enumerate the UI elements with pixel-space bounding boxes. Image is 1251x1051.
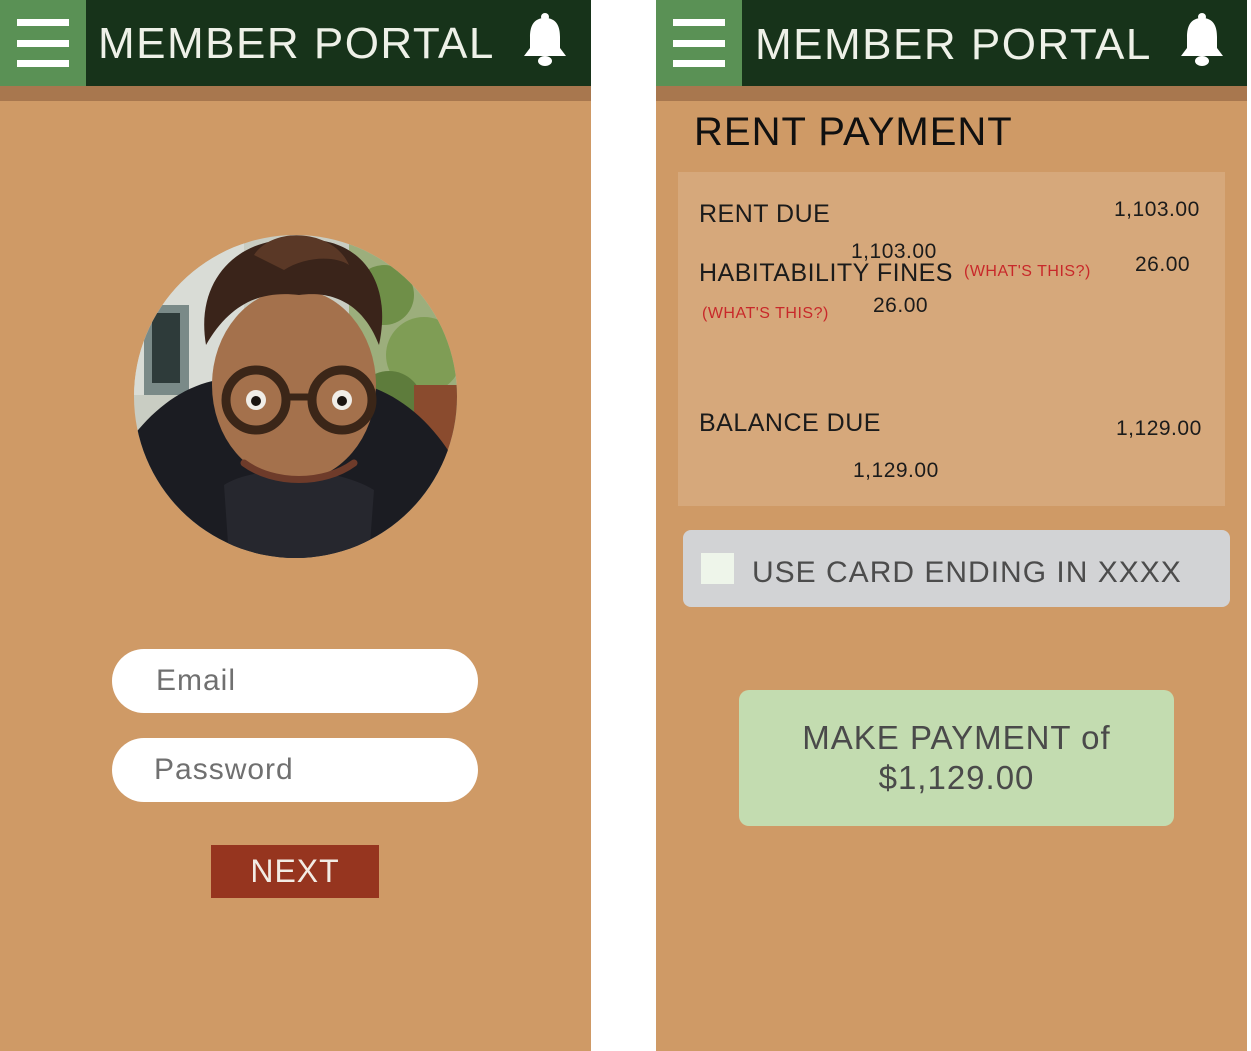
balance-due-value: 1,129.00 <box>1116 417 1202 440</box>
top-app-bar: MEMBER PORTAL <box>0 0 591 86</box>
header-divider <box>656 86 1247 101</box>
use-card-checkbox[interactable] <box>701 553 734 584</box>
rent-due-label: RENT DUE <box>699 200 831 228</box>
saved-card-option[interactable]: USE CARD ENDING IN XXXX <box>683 530 1230 607</box>
page-title: RENT PAYMENT <box>694 110 1013 154</box>
email-input[interactable] <box>112 649 478 713</box>
app-title: MEMBER PORTAL <box>98 19 495 68</box>
whats-this-link[interactable]: (WHAT'S THIS?) <box>964 262 1091 282</box>
profile-avatar <box>134 235 457 558</box>
header-divider <box>0 86 591 101</box>
bell-icon[interactable] <box>522 12 568 68</box>
balance-due-value-duplicate: 1,129.00 <box>853 459 939 482</box>
habitability-fines-value-duplicate: 26.00 <box>873 294 929 317</box>
payment-screen: MEMBER PORTAL RENT PAYMENT RENT DUE 1,10… <box>656 0 1247 1051</box>
payment-summary: RENT DUE 1,103.00 1,103.00 HABITABILITY … <box>678 172 1225 506</box>
bell-icon[interactable] <box>1179 12 1225 68</box>
use-card-label: USE CARD ENDING IN XXXX <box>752 556 1182 589</box>
make-payment-label: MAKE PAYMENT of <box>802 719 1111 756</box>
balance-due-label: BALANCE DUE <box>699 409 881 437</box>
make-payment-amount: $1,129.00 <box>878 759 1035 796</box>
top-app-bar: MEMBER PORTAL <box>656 0 1247 86</box>
habitability-fines-value: 26.00 <box>1135 253 1191 276</box>
make-payment-button[interactable]: MAKE PAYMENT of $1,129.00 <box>739 690 1174 826</box>
menu-button[interactable] <box>0 0 86 86</box>
next-button[interactable]: NEXT <box>211 845 379 898</box>
menu-button[interactable] <box>656 0 742 86</box>
whats-this-link-duplicate[interactable]: (WHAT'S THIS?) <box>702 304 829 324</box>
rent-due-value: 1,103.00 <box>1114 198 1200 221</box>
login-screen: MEMBER PORTAL Email NEXT <box>0 0 591 1051</box>
habitability-fines-label: HABITABILITY FINES <box>699 259 953 287</box>
password-input[interactable] <box>112 738 478 802</box>
app-title: MEMBER PORTAL <box>755 20 1152 69</box>
